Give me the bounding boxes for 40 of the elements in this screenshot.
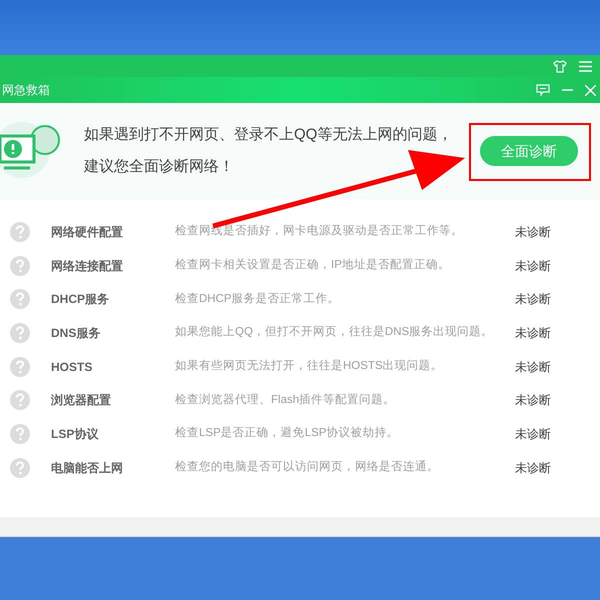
question-icon [10, 222, 30, 242]
question-icon [10, 390, 30, 410]
check-status: 未诊断 [515, 291, 551, 308]
menu-icon[interactable] [579, 60, 592, 72]
question-icon [10, 424, 30, 444]
check-description: 检查LSP是否正确，避免LSP协议被劫持。 [175, 425, 400, 442]
check-description: 如果您能上QQ，但打不开网页，往往是DNS服务出现问题。 [175, 324, 494, 340]
close-icon[interactable] [585, 84, 596, 96]
banner-text: 建议您全面诊断网络！ [84, 157, 235, 177]
question-icon [10, 356, 30, 377]
window-title: 网急救箱 [1, 82, 50, 99]
check-name: HOSTS [51, 358, 94, 376]
shirt-icon[interactable] [553, 60, 567, 72]
question-icon [10, 322, 30, 343]
check-name: 网络硬件配置 [51, 224, 124, 241]
full-diagnosis-button[interactable]: 全面诊断 [480, 136, 578, 166]
check-description: 检查网卡相关设置是否正确，IP地址是否配置正确。 [175, 258, 451, 273]
check-name: LSP协议 [51, 426, 100, 443]
check-description: 检查您的电脑是否可以访问网页，网络是否连通。 [175, 459, 440, 476]
check-status: 未诊断 [515, 426, 551, 443]
banner-text: 如果遇到打不开网页、登录不上QQ等无法上网的问题， [84, 124, 452, 144]
question-icon [10, 458, 30, 478]
check-description: 检查浏览器代理、Flash插件等配置问题。 [175, 392, 396, 408]
check-status: 未诊断 [515, 224, 551, 241]
minimize-icon[interactable] [562, 89, 573, 91]
check-status: 未诊断 [515, 460, 551, 477]
check-description: 检查DHCP服务是否正常工作。 [175, 292, 341, 307]
feedback-icon[interactable] [536, 84, 550, 96]
check-name: DNS服务 [51, 324, 102, 342]
check-status: 未诊断 [515, 358, 551, 376]
check-status: 未诊断 [515, 258, 551, 275]
check-status: 未诊断 [515, 392, 551, 410]
check-name: 浏览器配置 [51, 392, 112, 410]
check-name: DHCP服务 [51, 291, 110, 308]
question-icon [10, 256, 30, 276]
check-name: 网络连接配置 [51, 258, 124, 275]
check-name: 电脑能否上网 [51, 460, 124, 477]
check-status: 未诊断 [515, 324, 551, 342]
question-icon [10, 289, 30, 310]
check-description: 如果有些网页无法打开，往往是HOSTS出现问题。 [175, 358, 444, 374]
